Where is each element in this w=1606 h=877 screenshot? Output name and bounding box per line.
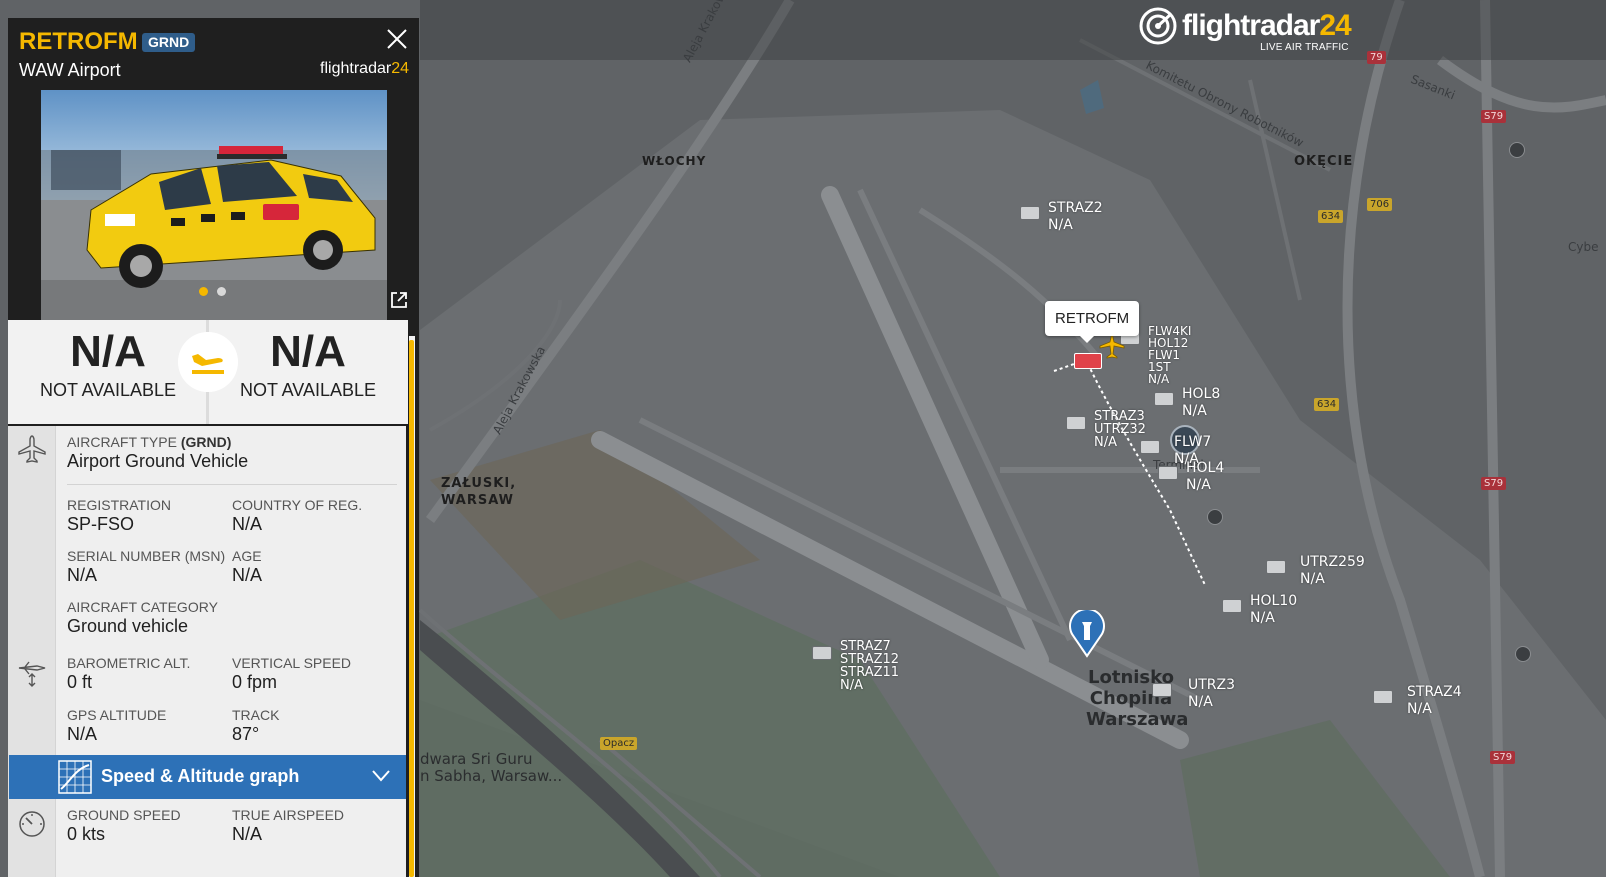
aircraft-type-row: AIRCRAFT TYPE (GRND) Airport Ground Vehi… <box>67 434 249 471</box>
vehicle-marker[interactable]: UTRZ3 N/A <box>1152 677 1235 711</box>
vehicle-icon <box>1266 560 1286 574</box>
route-summary: N/A NOT AVAILABLE N/A NOT AVAILABLE <box>8 320 408 424</box>
vehicle-marker[interactable]: HOL4 N/A <box>1158 460 1224 494</box>
vehicle-photo-image <box>41 90 387 320</box>
external-link-icon[interactable] <box>389 290 409 310</box>
destination-block[interactable]: N/A NOT AVAILABLE <box>208 328 408 401</box>
destination-code: N/A <box>270 327 346 376</box>
callsign-title: RETROFM <box>19 28 138 55</box>
vehicle-cluster[interactable]: STRAZ3 UTRZ32 N/A <box>1066 410 1146 449</box>
details-icon-rail <box>8 426 56 877</box>
road-shield: S79 <box>1481 110 1507 123</box>
vehicle-marker[interactable]: STRAZ4 N/A <box>1373 684 1462 718</box>
road-shield: S79 <box>1490 751 1516 764</box>
speed-graph-label: Speed & Altitude graph <box>101 766 300 786</box>
road-shield: 634 <box>1314 398 1340 411</box>
track-row: TRACK 87° <box>232 707 280 744</box>
transit-stop-icon[interactable] <box>1515 646 1531 662</box>
district-label: WARSAW <box>441 493 515 508</box>
serial-row: SERIAL NUMBER (MSN) N/A <box>67 548 226 585</box>
vehicle-icon <box>1020 206 1040 220</box>
vehicle-marker[interactable]: UTRZ259 N/A <box>1266 554 1365 588</box>
road-shield: S79 <box>1481 477 1507 490</box>
registration-row: REGISTRATION SP-FSO <box>67 497 171 534</box>
graph-grid-icon <box>58 760 92 794</box>
aircraft-type-value: Airport Ground Vehicle <box>67 451 249 471</box>
vehicle-icon <box>1373 690 1393 704</box>
category-row: AIRCRAFT CATEGORY Ground vehicle <box>67 599 218 636</box>
route-strip <box>408 320 419 336</box>
selected-vehicle-tooltip[interactable]: RETROFM <box>1045 301 1140 336</box>
baro-alt-row: BAROMETRIC ALT. 0 ft <box>67 655 191 692</box>
true-airspeed-row: TRUE AIRSPEED N/A <box>232 807 345 844</box>
flight-info-panel: RETROFM GRND WAW Airport flightradar24 N… <box>8 18 419 877</box>
vehicle-marker[interactable]: STRAZ2 N/A <box>1020 200 1103 234</box>
radar-logo-icon <box>1139 7 1177 45</box>
district-label: WŁOCHY <box>642 154 707 168</box>
carousel-dot[interactable] <box>199 287 208 296</box>
carousel-dot[interactable] <box>217 287 226 296</box>
logo-tagline: LIVE AIR TRAFFIC <box>1260 42 1349 53</box>
vehicle-marker[interactable]: HOL10 N/A <box>1222 593 1297 627</box>
type-badge: GRND <box>142 33 196 52</box>
ground-speed-row: GROUND SPEED 0 kts <box>67 807 181 844</box>
scrollbar-thumb[interactable] <box>409 340 414 877</box>
close-icon[interactable] <box>385 27 409 51</box>
tooltip-arrow <box>1080 336 1094 343</box>
vehicle-marker[interactable]: HOL8 N/A <box>1154 386 1220 420</box>
vehicle-cluster[interactable]: STRAZ7 STRAZ12 STRAZ11 N/A <box>812 640 899 692</box>
vehicle-icon <box>1222 599 1242 613</box>
flightradar24-logo[interactable]: flightradar24 LIVE AIR TRAFFIC <box>1138 6 1352 53</box>
road-shield: 706 <box>1367 198 1393 211</box>
speed-altitude-graph-toggle[interactable]: Speed & Altitude graph <box>9 755 406 799</box>
destination-name: NOT AVAILABLE <box>239 380 377 400</box>
road-shield: 79 <box>1367 51 1386 64</box>
selected-vehicle-icon[interactable] <box>1074 353 1102 369</box>
vehicle-icon <box>1152 683 1172 697</box>
vehicle-icon <box>812 646 832 660</box>
landing-plane-icon <box>178 332 238 392</box>
age-row: AGE N/A <box>232 548 263 585</box>
country-row: COUNTRY OF REG. N/A <box>232 497 363 534</box>
aircraft-photo[interactable] <box>41 90 387 320</box>
origin-name: NOT AVAILABLE <box>39 380 177 400</box>
street-label: Cybe <box>1568 240 1599 254</box>
temple-poi-label: dwara Sri Guru n Sabha, Warsaw... <box>420 750 563 785</box>
road-shield: 634 <box>1318 210 1344 223</box>
road-shield: Opacz <box>600 737 638 750</box>
altitude-icon <box>18 661 46 687</box>
speed-gauge-icon <box>19 811 45 837</box>
transit-stop-icon[interactable] <box>1509 142 1525 158</box>
vehicle-icon <box>1066 416 1086 430</box>
district-label: OKĘCIE <box>1294 154 1354 169</box>
airport-tower-icon[interactable] <box>1068 610 1106 658</box>
photo-carousel-dots <box>199 287 226 296</box>
vertical-speed-row: VERTICAL SPEED 0 fpm <box>232 655 352 692</box>
aircraft-details: AIRCRAFT TYPE (GRND) Airport Ground Vehi… <box>8 426 406 877</box>
transit-stop-icon[interactable] <box>1207 509 1223 525</box>
district-label: ZAŁUSKI, <box>441 476 517 491</box>
chevron-down-icon <box>372 770 390 782</box>
divider <box>67 484 397 485</box>
gps-alt-row: GPS ALTITUDE N/A <box>67 707 167 744</box>
airport-name: WAW Airport <box>19 60 121 80</box>
panel-brand-logo: flightradar24 <box>320 60 409 77</box>
vehicle-icon <box>1154 392 1174 406</box>
airplane-icon <box>18 435 46 463</box>
vehicle-icon <box>1158 466 1178 480</box>
